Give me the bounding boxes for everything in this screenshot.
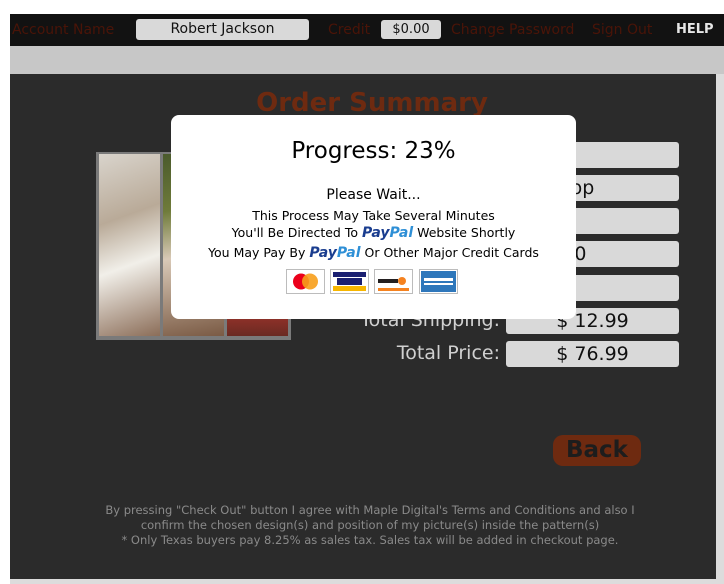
visa-icon: [330, 269, 369, 294]
progress-text: Progress: 23%: [291, 138, 456, 164]
footer-terms: By pressing "Check Out" button I agree w…: [30, 503, 710, 548]
help-link[interactable]: HELP: [676, 14, 714, 46]
american-express-icon: [419, 269, 458, 294]
credit-field: $0.00: [381, 20, 441, 39]
account-name-field: Robert Jackson: [136, 19, 309, 40]
footer-line-3: * Only Texas buyers pay 8.25% as sales t…: [121, 533, 619, 547]
credit-label: Credit: [328, 22, 371, 38]
account-name-label: Account Name: [12, 22, 115, 38]
modal-line-2: You'll Be Directed To PayPal Website Sho…: [171, 225, 576, 241]
paypal-logo-pal: Pal: [389, 225, 414, 241]
paypal-logo-pal: Pal: [336, 245, 361, 261]
modal-line-3-post: Or Other Major Credit Cards: [364, 245, 539, 260]
top-bar: Account Name Robert Jackson Credit $0.00…: [10, 14, 724, 46]
paypal-logo: PayPal: [309, 245, 360, 261]
back-button[interactable]: Back: [553, 435, 641, 466]
paypal-logo-pay: Pay: [361, 225, 390, 241]
paypal-logo: PayPal: [362, 225, 413, 241]
page-title: Order Summary: [256, 88, 488, 118]
please-wait-text: Please Wait...: [326, 187, 421, 203]
change-password-link[interactable]: Change Password: [451, 14, 574, 46]
modal-line-2-pre: You'll Be Directed To: [231, 225, 358, 240]
progress-modal: Progress: 23% Please Wait... This Proces…: [171, 115, 576, 319]
total-price-label: Total Price:: [396, 342, 500, 364]
mastercard-icon: [286, 269, 325, 294]
modal-line-2-post: Website Shortly: [417, 225, 516, 240]
footer-line-1: By pressing "Check Out" button I agree w…: [105, 503, 635, 517]
footer-line-2: confirm the chosen design(s) and positio…: [140, 518, 600, 532]
total-price-value: $ 76.99: [506, 341, 679, 367]
modal-line-1: This Process May Take Several Minutes: [252, 208, 495, 223]
modal-line-3-pre: You May Pay By: [208, 245, 306, 260]
paypal-logo-pay: Pay: [309, 245, 337, 261]
modal-line-3: You May Pay By PayPal Or Other Major Cre…: [171, 245, 576, 261]
sign-out-link[interactable]: Sign Out: [592, 14, 652, 46]
discover-icon: [374, 269, 413, 294]
credit-card-logos: [286, 269, 466, 295]
sub-header-bar: [10, 46, 724, 74]
